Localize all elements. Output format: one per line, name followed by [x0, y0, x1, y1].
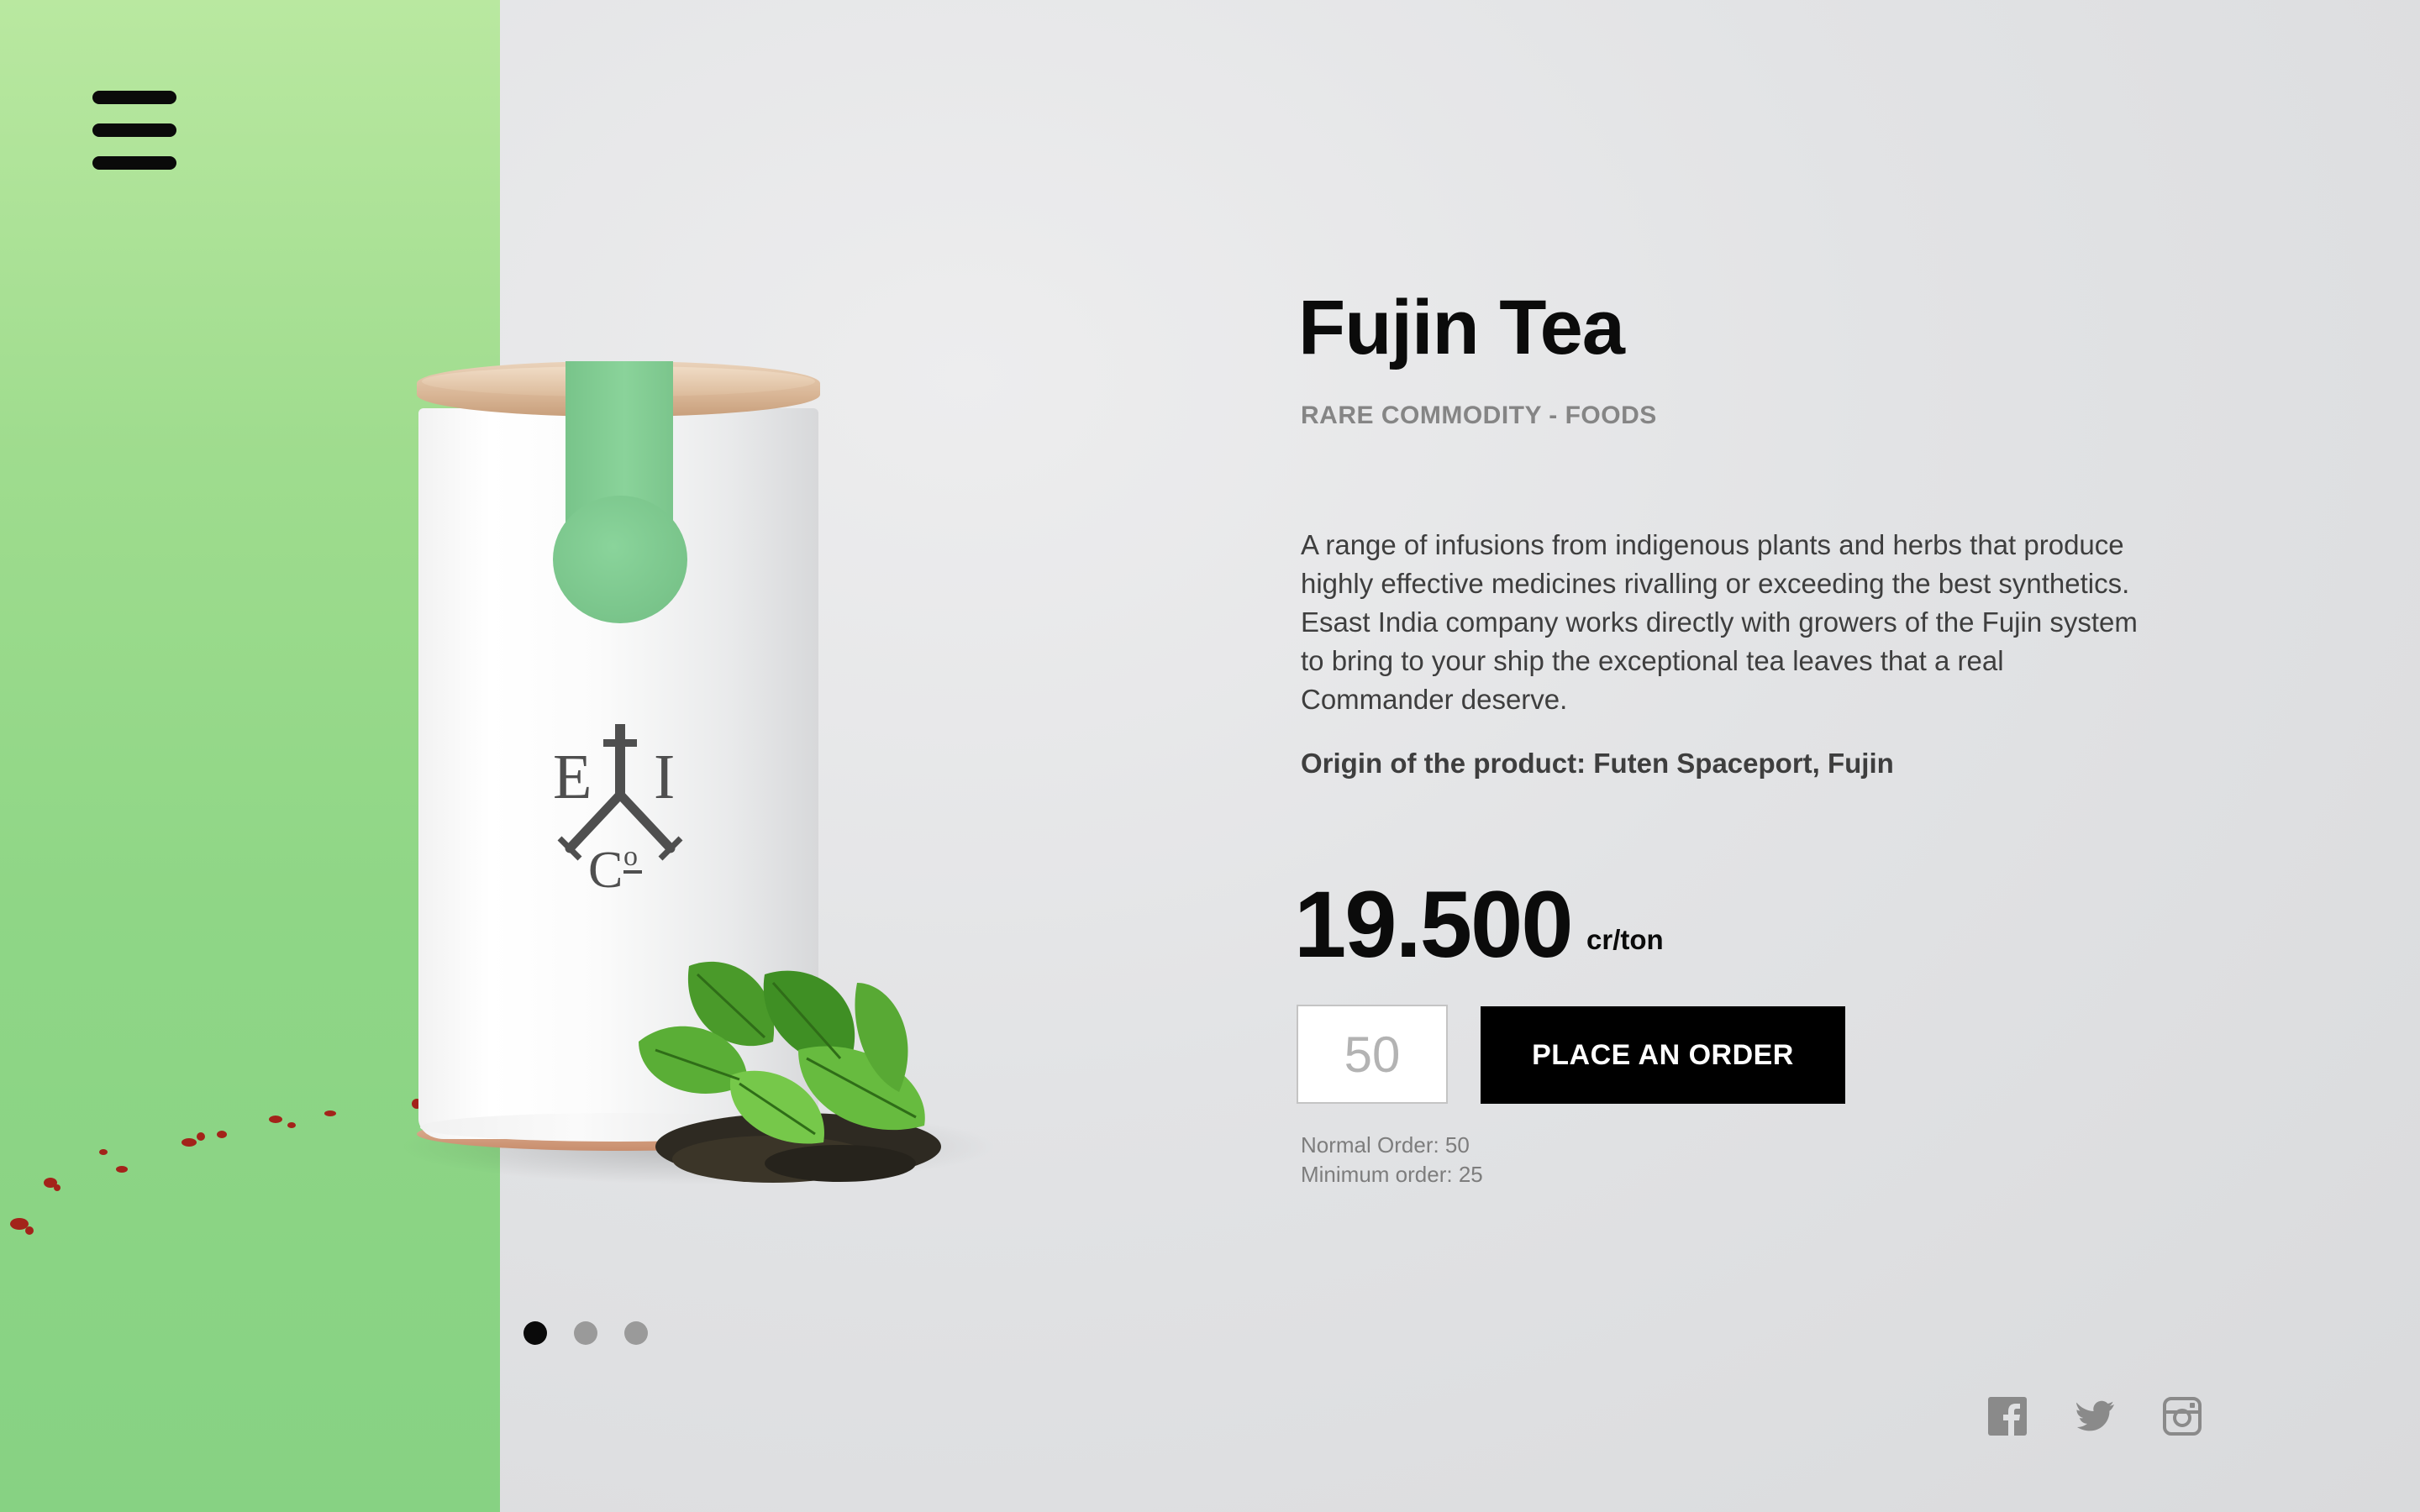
svg-text:E: E [553, 742, 592, 812]
twitter-icon[interactable] [2075, 1397, 2114, 1436]
svg-text:I: I [654, 742, 675, 812]
price-unit: cr/ton [1586, 924, 1664, 955]
facebook-icon[interactable] [1988, 1397, 2027, 1436]
instagram-icon[interactable] [2163, 1397, 2202, 1436]
quantity-input[interactable] [1297, 1005, 1448, 1104]
product-description: A range of infusions from indigenous pla… [1301, 529, 2138, 715]
product-category: RARE COMMODITY - FOODS [1301, 402, 1657, 429]
carousel-dot-2[interactable] [574, 1321, 597, 1345]
product-origin: Origin of the product: Futen Spaceport, … [1301, 748, 1894, 779]
hamburger-menu-icon[interactable] [92, 91, 176, 170]
carousel-dots [523, 1321, 648, 1347]
minimum-order-note: Minimum order: 25 [1301, 1162, 1483, 1187]
carousel-dot-1[interactable] [523, 1321, 547, 1345]
place-order-button[interactable]: PLACE AN ORDER [1481, 1006, 1845, 1104]
product-title: Fujin Tea [1298, 285, 1625, 370]
social-links [1988, 1397, 2202, 1436]
product-page: E I C o Fujin Tea RARE COMMODITY - FOODS… [0, 0, 2420, 1512]
svg-text:o: o [623, 841, 638, 872]
price-value: 19.500 [1294, 872, 1574, 977]
normal-order-note: Normal Order: 50 [1301, 1132, 1470, 1158]
eic-logo: E I C o [553, 724, 683, 890]
tea-leaves-image [639, 961, 941, 1183]
svg-text:C: C [588, 842, 623, 890]
carousel-dot-3[interactable] [624, 1321, 648, 1345]
